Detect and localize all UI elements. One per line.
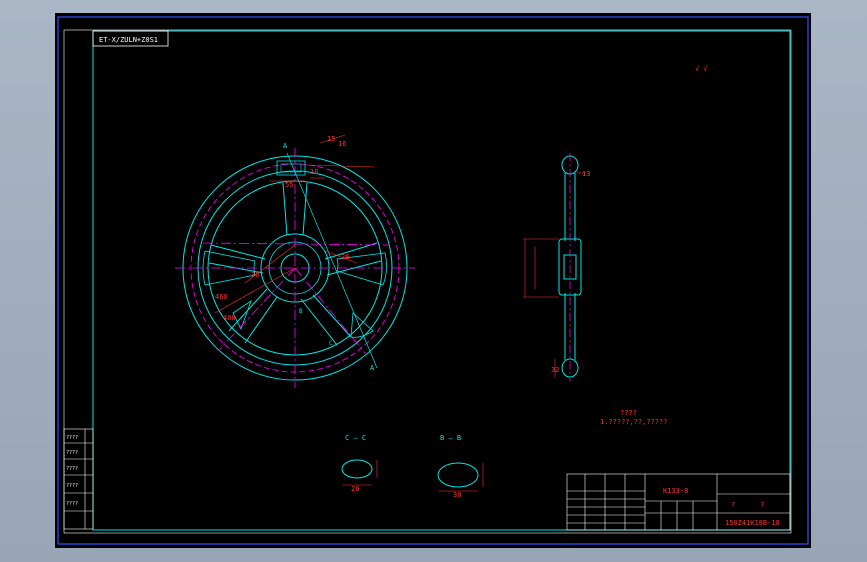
dim-side-13: 13 [582, 170, 590, 178]
label-c: C [329, 340, 333, 347]
drawing-number: K133-8 [663, 487, 688, 495]
roughness-mark: √ √ [695, 65, 708, 73]
left-strip-row-4: ???? [66, 483, 78, 489]
sheet-border [63, 29, 792, 534]
handwheel-side-view [558, 153, 582, 381]
dim-32: 32 [551, 366, 559, 374]
dim-36: 36 [251, 271, 259, 279]
label-b: B [299, 308, 303, 315]
section-c-label: C — C [345, 434, 366, 442]
left-strip-row-1: ???? [66, 435, 78, 441]
left-strip-table [63, 428, 94, 530]
cad-viewport[interactable]: ET-X/ZULN+Z0S1 √ √ 15 16 18 55 26 36 460… [55, 13, 811, 548]
notes-title: ???? [620, 409, 637, 417]
title-name-right: ? [760, 501, 764, 509]
dim-460: 460 [215, 293, 228, 301]
dim-16: 16 [338, 140, 346, 148]
dim-55: 55 [285, 181, 293, 189]
label-a-bottom: A [370, 364, 375, 372]
notes-line: 1.?????,??,????? [600, 418, 667, 426]
dim-b-30: 30 [453, 491, 461, 499]
code-box-text: ET-X/ZULN+Z0S1 [99, 36, 158, 44]
dim-c-26: 26 [351, 485, 359, 493]
dim-408: 408 [223, 314, 236, 322]
dim-15: 15 [327, 135, 335, 143]
section-views [341, 459, 479, 488]
label-a-top: A [283, 142, 288, 150]
title-spec: 150Z41K18B-18 [725, 519, 780, 527]
dim-18: 18 [310, 168, 318, 176]
outer-frame [57, 16, 809, 545]
drawing-sheet: ET-X/ZULN+Z0S1 √ √ 15 16 18 55 26 36 460… [57, 16, 809, 545]
drawing-border [92, 30, 791, 531]
dim-26: 26 [341, 253, 349, 261]
section-b-label: B — B [440, 434, 461, 442]
left-strip-row-2: ???? [66, 450, 78, 456]
left-strip-row-5: ???? [66, 501, 78, 507]
title-name-left: ? [731, 501, 735, 509]
left-strip-row-3: ???? [66, 466, 78, 472]
